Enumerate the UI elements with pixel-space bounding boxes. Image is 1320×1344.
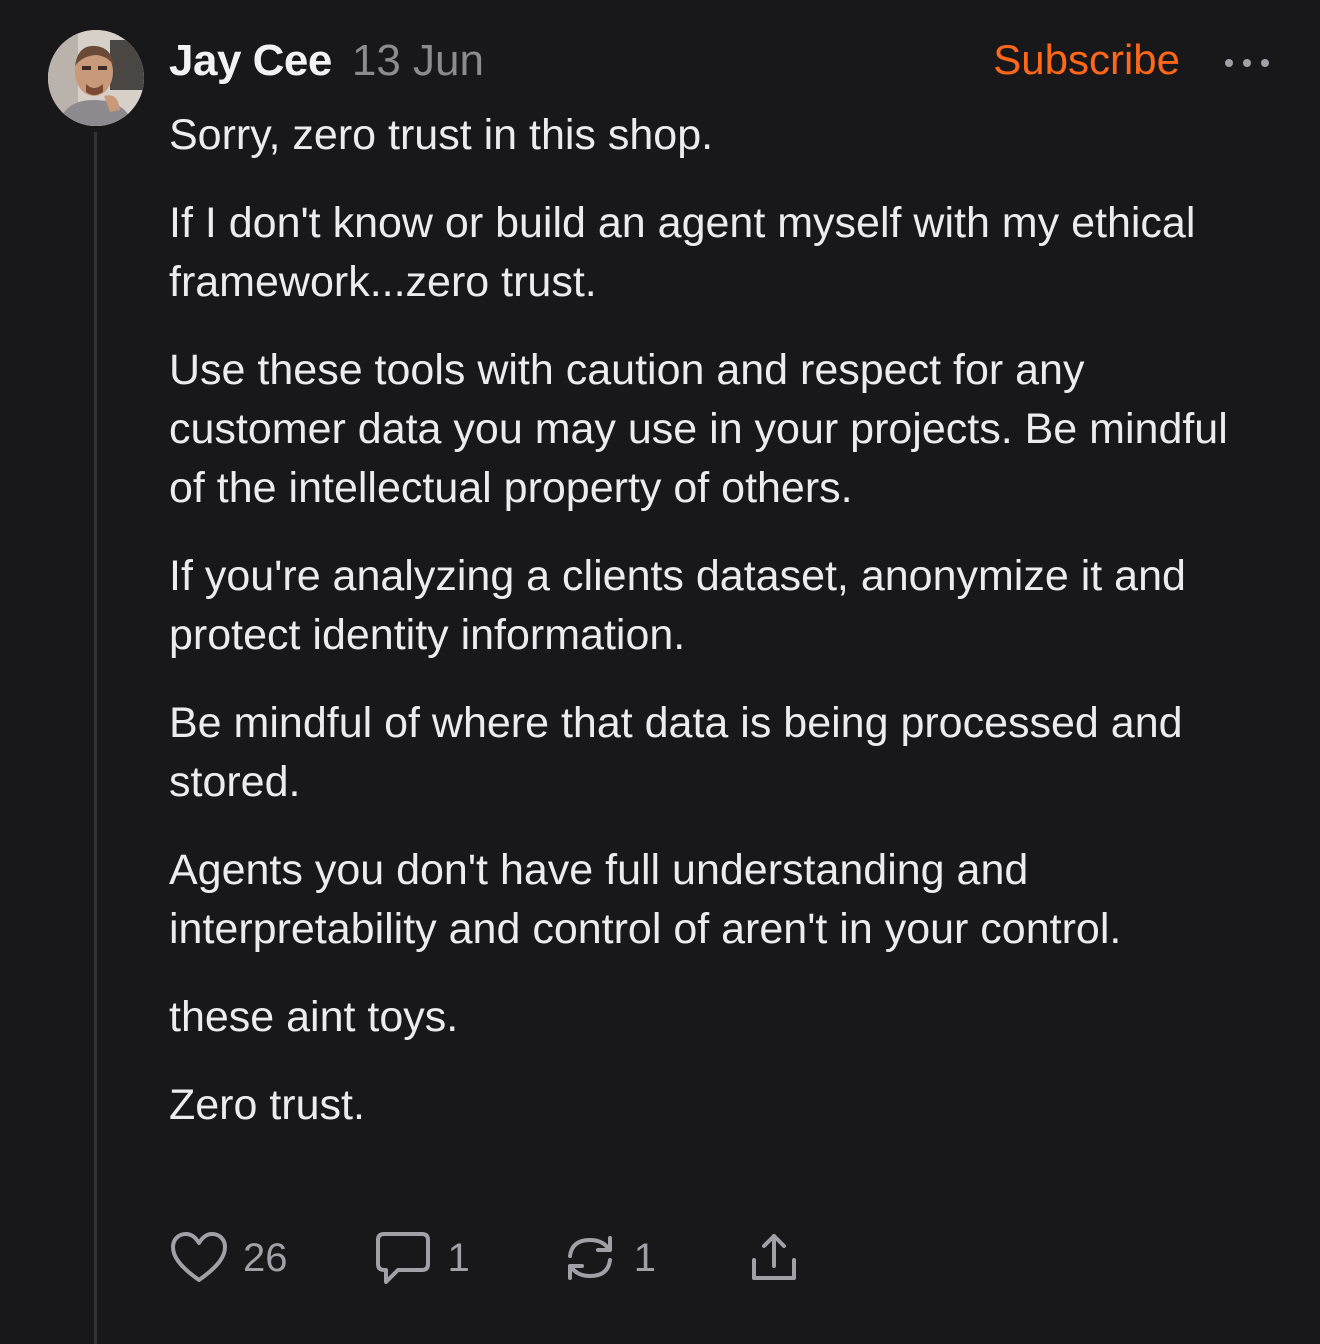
more-horizontal-icon[interactable]	[1222, 48, 1272, 78]
post-paragraph: these aint toys.	[169, 993, 459, 1041]
share-button[interactable]	[746, 1230, 802, 1286]
post-paragraph: Be mindful of where that data is being p…	[169, 699, 1183, 806]
post-paragraph: If you're analyzing a clients dataset, a…	[169, 552, 1186, 659]
restack-button[interactable]: 1	[560, 1230, 656, 1286]
comment-bubble-icon	[375, 1232, 430, 1284]
like-button[interactable]: 26	[169, 1230, 288, 1286]
post-date[interactable]: 13 Jun	[352, 36, 484, 86]
subscribe-button[interactable]: Subscribe	[993, 36, 1180, 84]
heart-icon	[171, 1232, 227, 1282]
thread-line	[94, 132, 97, 1344]
like-count: 26	[243, 1235, 288, 1280]
restack-count: 1	[633, 1235, 656, 1280]
share-upload-icon	[752, 1234, 796, 1280]
post-paragraph: Agents you don't have full understanding…	[169, 846, 1122, 953]
comment-count: 1	[447, 1235, 470, 1280]
author-name[interactable]: Jay Cee	[169, 36, 332, 86]
action-bar: 26 1 1	[169, 1226, 802, 1290]
avatar[interactable]	[48, 30, 144, 126]
restack-arrows-icon	[567, 1236, 612, 1280]
post-body: Sorry, zero trust in this shop. If I don…	[169, 106, 1259, 1164]
post-paragraph: Sorry, zero trust in this shop.	[169, 111, 714, 159]
post-paragraph: Use these tools with caution and respect…	[169, 346, 1228, 512]
comment-button[interactable]: 1	[372, 1228, 470, 1288]
post-paragraph: If I don't know or build an agent myself…	[169, 199, 1196, 306]
post-header: Jay Cee 13 Jun	[169, 36, 484, 90]
post-paragraph: Zero trust.	[169, 1081, 365, 1129]
